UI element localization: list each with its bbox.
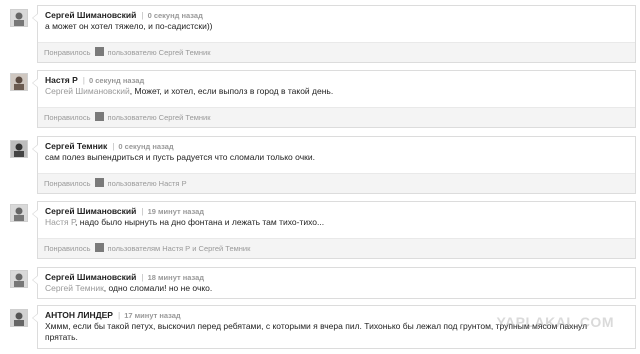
comment-text-continued: прятать. — [45, 332, 78, 342]
comment-time: 0 секунд назад — [118, 142, 174, 151]
mention-link[interactable]: Настя Р — [45, 217, 75, 227]
comment-time: 17 минут назад — [124, 311, 181, 320]
likes-users[interactable]: пользователям Настя Р и Сергей Темник — [108, 244, 251, 253]
comment-author[interactable]: Сергей Шимановский — [45, 272, 136, 282]
user-avatar-icon[interactable] — [10, 140, 28, 158]
comment-author[interactable]: Сергей Шимановский — [45, 10, 136, 20]
mention-link[interactable]: Сергей Темник — [45, 283, 104, 293]
comment-author[interactable]: Настя Р — [45, 75, 78, 85]
comment: Сергей Шимановский | 0 секунд назад а може… — [0, 5, 640, 63]
comment-text: сам полез выпендриться и пусть радуется … — [45, 152, 315, 162]
comment-author[interactable]: Сергей Темник — [45, 141, 107, 151]
like-thumb-icon[interactable] — [94, 112, 104, 121]
user-avatar-icon[interactable] — [10, 204, 28, 222]
likes-label: Понравилось — [44, 244, 91, 253]
like-thumb-icon[interactable] — [94, 47, 104, 56]
comment-likes: Понравилось пользователю Сергей Темник — [38, 42, 635, 62]
comment-text: Сергей Шимановский, Может, и хотел, если… — [45, 86, 334, 96]
comment-bubble: Сергей Шимановский | 19 минут назад Настя … — [32, 201, 636, 259]
comment-likes: Понравилось пользователю Сергей Темник — [38, 107, 635, 127]
likes-users[interactable]: пользователю Сергей Темник — [108, 48, 211, 57]
user-avatar-icon[interactable] — [10, 270, 28, 288]
site-watermark: YAPLAKAL.COM — [496, 314, 614, 330]
like-thumb-icon[interactable] — [94, 178, 104, 187]
comment: Сергей Темник | 0 секунд назад сам полез в… — [0, 136, 640, 194]
comment-time: 19 минут назад — [147, 207, 205, 216]
comment-text: Сергей Темник, одно сломали! но не очко. — [45, 283, 213, 293]
user-avatar-icon[interactable] — [10, 9, 28, 27]
comment: Сергей Шимановский | 18 минут назад Сергей… — [0, 267, 640, 299]
like-thumb-icon[interactable] — [94, 243, 104, 252]
comment-bubble: Настя Р | 0 секунд назад Сергей Шимановски… — [32, 70, 636, 128]
comment-author[interactable]: Сергей Шимановский — [45, 206, 136, 216]
user-avatar-icon[interactable] — [10, 309, 28, 327]
comment-bubble: Сергей Шимановский | 18 минут назад Сергей… — [32, 267, 636, 299]
comment-time: 18 минут назад — [147, 273, 205, 282]
comment-bubble: Сергей Темник | 0 секунд назад сам полез в… — [32, 136, 636, 194]
comment-likes: Понравилось пользователям Настя Р и Серге… — [38, 238, 635, 258]
comment: Настя Р | 0 секунд назад Сергей Шимановски… — [0, 70, 640, 128]
likes-label: Понравилось — [44, 48, 91, 57]
likes-users[interactable]: пользователю Настя Р — [108, 179, 187, 188]
mention-link[interactable]: Сергей Шимановский — [45, 86, 130, 96]
comment-author[interactable]: АНТОН ЛИНДЕР — [45, 310, 113, 320]
likes-label: Понравилось — [44, 179, 91, 188]
comment-time: 0 секунд назад — [88, 76, 145, 85]
user-avatar-icon[interactable] — [10, 73, 28, 91]
likes-label: Понравилось — [44, 113, 91, 122]
comment-bubble: Сергей Шимановский | 0 секунд назад а може… — [32, 5, 636, 63]
comment-time: 0 секунд назад — [147, 11, 203, 20]
comment-text: а может он хотел тяжело, и по-садистски)… — [45, 21, 213, 31]
comment: Сергей Шимановский | 19 минут назад Настя … — [0, 201, 640, 259]
comment-likes: Понравилось пользователю Настя Р — [38, 173, 635, 193]
comment-text: Настя Р, надо было нырнуть на дно фонтан… — [45, 217, 325, 227]
likes-users[interactable]: пользователю Сергей Темник — [108, 113, 211, 122]
